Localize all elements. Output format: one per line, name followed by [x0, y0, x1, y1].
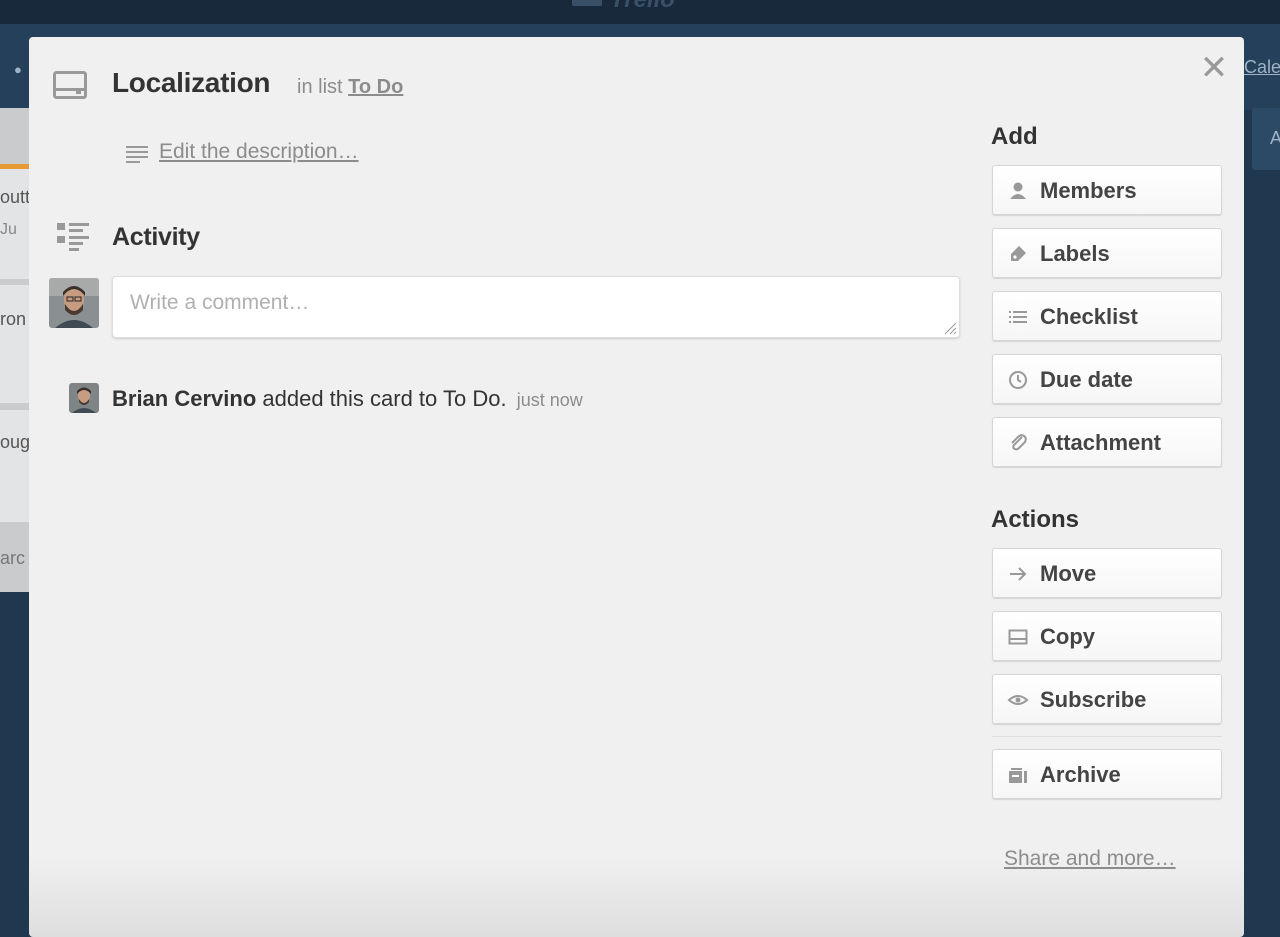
list-name-link[interactable]: To Do	[348, 76, 403, 98]
current-user-avatar[interactable]	[49, 278, 99, 328]
labels-button[interactable]: Labels	[992, 228, 1222, 278]
attachment-button-label: Attachment	[1040, 430, 1162, 455]
move-button-label: Move	[1040, 561, 1097, 586]
background-list-right: A	[1252, 108, 1280, 170]
in-list-prefix: in list	[297, 76, 343, 98]
resize-grip-icon[interactable]	[943, 321, 957, 335]
paperclip-icon	[1011, 434, 1027, 451]
members-button-label: Members	[1040, 178, 1137, 203]
move-button[interactable]: Move	[992, 548, 1222, 598]
labels-button-label: Labels	[1040, 241, 1110, 266]
background-card-text: outt	[0, 187, 30, 207]
comment-input[interactable]	[130, 291, 930, 331]
eye-icon	[1007, 695, 1029, 705]
clock-icon	[1009, 371, 1027, 389]
subscribe-button-label: Subscribe	[1040, 687, 1147, 712]
add-heading: Add	[991, 123, 1038, 150]
board-header-link[interactable]: Cale	[1244, 57, 1280, 78]
due-date-button[interactable]: Due date	[992, 354, 1222, 404]
activity-icon	[57, 223, 89, 251]
card-list-info: in list To Do	[297, 76, 403, 99]
copy-button-label: Copy	[1040, 624, 1095, 649]
description-icon	[126, 146, 148, 163]
background-card[interactable]: oug	[0, 410, 30, 522]
arrow-right-icon	[1010, 567, 1027, 581]
tag-icon	[1011, 246, 1026, 261]
members-button[interactable]: Members	[992, 165, 1222, 215]
archive-button-label: Archive	[1040, 762, 1121, 787]
background-card-text: oug	[0, 432, 30, 452]
card-icon	[53, 71, 87, 99]
card-icon	[1008, 629, 1028, 645]
background-list-initial: A	[1270, 128, 1280, 148]
close-icon[interactable]: ✕	[1197, 51, 1231, 85]
actions-heading: Actions	[991, 506, 1080, 533]
subscribe-button[interactable]: Subscribe	[992, 674, 1222, 724]
activity-heading: Activity	[112, 223, 200, 251]
person-icon: ●	[14, 62, 22, 77]
add-card-link[interactable]: arc	[0, 548, 25, 569]
share-and-more-link[interactable]: Share and more…	[1004, 847, 1176, 871]
person-icon	[1010, 182, 1026, 199]
archive-button[interactable]: Archive	[992, 749, 1222, 799]
background-card[interactable]: outt Ju	[0, 164, 30, 279]
checklist-button[interactable]: Checklist	[992, 291, 1222, 341]
card-title[interactable]: Localization	[112, 67, 271, 99]
copy-button[interactable]: Copy	[992, 611, 1222, 661]
background-card-badge: Ju	[0, 221, 17, 238]
app-header: Trello	[0, 0, 1280, 24]
activity-user-name[interactable]: Brian Cervino	[112, 386, 256, 411]
trello-logo-text: Trello	[610, 0, 675, 14]
activity-entry: Brian Cervino added this card to To Do. …	[112, 386, 583, 412]
trello-logo[interactable]: Trello	[572, 0, 692, 13]
archive-icon	[1009, 768, 1027, 783]
activity-timestamp[interactable]: just now	[517, 390, 583, 410]
attachment-button[interactable]: Attachment	[992, 417, 1222, 467]
comment-box[interactable]	[112, 276, 960, 338]
background-card[interactable]: ron	[0, 285, 30, 403]
sidebar-divider	[992, 736, 1222, 737]
activity-text: added this card to To Do.	[262, 386, 507, 411]
trello-logo-icon	[572, 0, 602, 6]
checklist-icon	[1009, 311, 1027, 323]
edit-description-link[interactable]: Edit the description…	[159, 140, 359, 164]
activity-user-avatar[interactable]	[69, 383, 99, 413]
checklist-button-label: Checklist	[1040, 304, 1138, 329]
background-card-text: ron	[0, 309, 27, 329]
due-date-button-label: Due date	[1040, 367, 1133, 392]
card-detail-modal: ✕ Localization in list To Do Edit the de…	[29, 37, 1244, 937]
